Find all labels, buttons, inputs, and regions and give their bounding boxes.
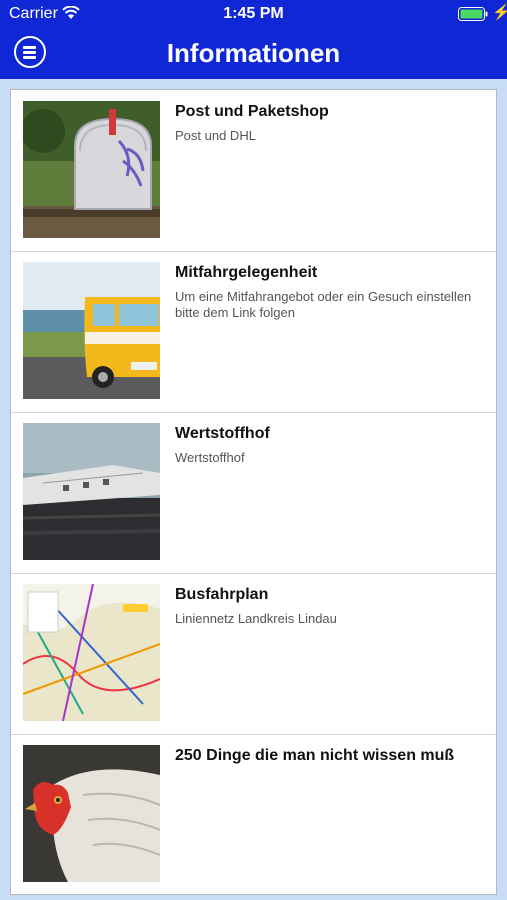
list-item-250-dinge[interactable]: 250 Dinge die man nicht wissen muß	[11, 734, 496, 895]
mailbox-photo	[23, 101, 160, 238]
item-title: Mitfahrgelegenheit	[175, 264, 318, 281]
yellow-van-photo	[23, 262, 160, 399]
list-item-post[interactable]: Post und Paketshop Post und DHL	[11, 90, 496, 252]
chicken-photo	[23, 745, 160, 882]
plane-wreck-photo	[23, 423, 160, 560]
battery-icon	[458, 7, 488, 26]
clock-label: 1:45 PM	[223, 5, 284, 22]
info-list: Post und Paketshop Post und DHL Mitfahrg…	[10, 89, 497, 895]
list-item-mitfahrgelegenheit[interactable]: Mitfahrgelegenheit Um eine Mitfahrangebo…	[11, 251, 496, 413]
list-item-busfahrplan[interactable]: Busfahrplan Liniennetz Landkreis Lindau	[11, 573, 496, 735]
status-bar: Carrier 1:45 PM ⚡	[0, 0, 507, 28]
item-title: 250 Dinge die man nicht wissen muß	[175, 747, 455, 764]
item-title: Wertstoffhof	[175, 425, 270, 442]
item-subtitle: Liniennetz Landkreis Lindau	[175, 611, 337, 626]
item-subtitle: Post und DHL	[175, 128, 256, 143]
item-subtitle: Wertstoffhof	[175, 450, 245, 465]
list-item-wertstoffhof[interactable]: Wertstoffhof Wertstoffhof	[11, 412, 496, 574]
charging-icon: ⚡	[492, 4, 507, 21]
page-title: Informationen	[166, 38, 341, 68]
item-title: Busfahrplan	[175, 586, 269, 603]
item-subtitle: Um eine Mitfahrangebot oder ein Gesuch e…	[175, 289, 472, 320]
bus-map-photo	[23, 584, 160, 721]
navigation-bar: Carrier 1:45 PM ⚡ Informationen	[0, 0, 507, 79]
item-title: Post und Paketshop	[175, 103, 329, 120]
